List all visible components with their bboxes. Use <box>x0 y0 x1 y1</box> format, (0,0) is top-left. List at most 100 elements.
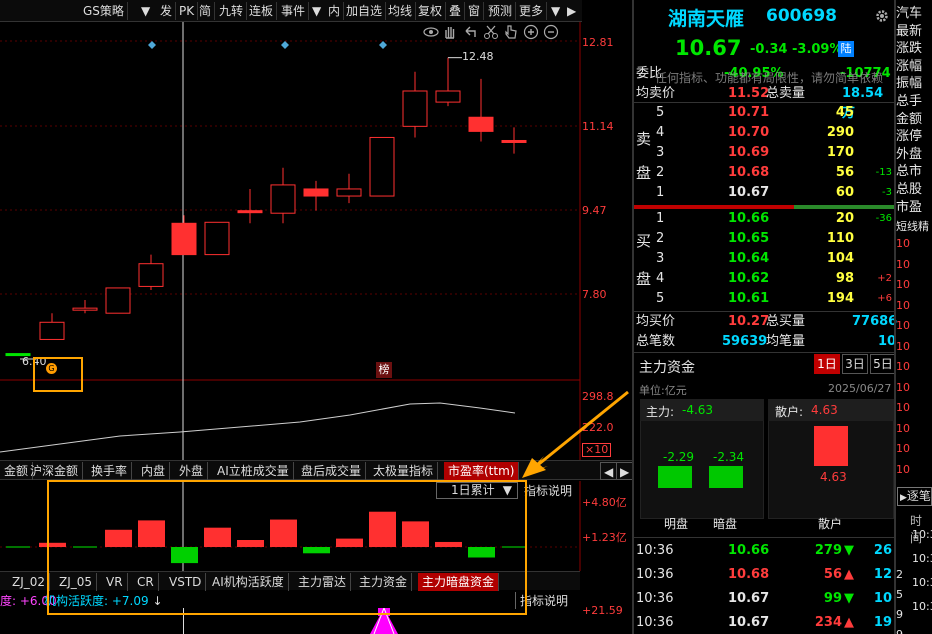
edge-field-label: 总股 <box>896 182 923 197</box>
edge-value: 10 <box>896 380 910 394</box>
tick-volume: 99 <box>823 591 842 606</box>
asks-change: -3 <box>882 187 892 198</box>
asks-price: 10.67 <box>728 185 770 200</box>
play-icon: ▶ <box>900 493 907 503</box>
fund-tab-3d[interactable]: 3日 <box>842 354 868 374</box>
tick-time: 10:36 <box>636 615 674 630</box>
ming-bar <box>658 466 692 488</box>
asks-level: 1 <box>656 185 665 200</box>
tab-ai-volume[interactable]: AI立桩成交量 <box>213 462 294 480</box>
edge-num: 9 <box>896 628 910 634</box>
candle-body <box>336 188 362 197</box>
highlight-box <box>47 480 527 615</box>
tab-taiji[interactable]: 太极量指标 <box>369 462 439 480</box>
ma-button[interactable]: 均线 <box>385 2 417 20</box>
forecast-button[interactable]: 预测 <box>485 2 517 20</box>
edge-field-label: 总市 <box>896 164 923 180</box>
tab-after-hours[interactable]: 盘后成交量 <box>297 462 367 480</box>
jiuzhuan-button[interactable]: 九转 <box>216 2 248 20</box>
gs-strategy-dropdown-icon[interactable]: ▼ <box>138 2 153 20</box>
price-axis-label: 7.80 <box>582 288 607 301</box>
asks-row[interactable]: 3 10.69 170 <box>634 143 894 163</box>
edge-num: 9 <box>896 608 903 621</box>
tick-price: 10.67 <box>728 615 770 630</box>
asks-volume: 56 <box>835 165 854 180</box>
tab-pe-ttm[interactable]: 市盈率(ttm) <box>444 462 520 480</box>
edge-value: 10 <box>896 360 910 373</box>
fund-unit: 单位:亿元 <box>639 384 687 397</box>
edge-field-label: 最新 <box>896 23 923 39</box>
fund-xlabel: 散户 <box>818 517 843 531</box>
tick-by-tick-button[interactable]: ▶逐笔 <box>897 487 932 506</box>
tick-time: 10:36 <box>636 543 674 558</box>
retail-bar <box>814 426 848 466</box>
tick-count: 10 <box>873 591 892 606</box>
ind-axis-top: +4.80亿 <box>582 496 627 509</box>
tick-row: 10:36 10.66 279 ▼ 26 <box>634 539 894 563</box>
edge-value: 10 <box>896 237 910 250</box>
window-button[interactable]: 窗 <box>465 2 485 20</box>
asks-row[interactable]: 4 10.70 290 <box>634 123 894 143</box>
divider <box>634 537 894 538</box>
candle-body <box>72 307 98 311</box>
event-dropdown-icon[interactable]: ▼ <box>309 2 324 20</box>
candle-body <box>369 136 395 197</box>
more-dropdown-icon[interactable]: ▼ <box>548 2 563 20</box>
chart-toolbar: GS策略 ▼ 发 PK 简 九转 连板 事件 ▼ 内 加自选 均线 复权 叠 窗… <box>0 0 582 22</box>
asks-row[interactable]: 5 10.71 45 <box>634 103 894 123</box>
asks-price: 10.71 <box>728 105 770 120</box>
candle-body <box>501 139 527 143</box>
bids-row[interactable]: 3 10.64 104 <box>634 249 894 269</box>
gs-strategy-select[interactable]: GS策略 <box>80 2 128 20</box>
event-button[interactable]: 事件 <box>278 2 310 20</box>
tick-price: 10.67 <box>728 591 770 606</box>
fa-button[interactable]: 发 <box>157 2 177 20</box>
tick-count: 26 <box>873 543 892 558</box>
indicator-explain-link[interactable]: 指标说明 <box>524 482 572 499</box>
bids-row[interactable]: 4 10.62 98 +2 <box>634 269 894 289</box>
expand-right-icon[interactable]: ▶ <box>564 2 579 20</box>
gear-icon[interactable] <box>874 8 890 24</box>
edge-value: 10 <box>896 421 910 435</box>
bids-level: 2 <box>656 231 665 246</box>
tab-inner[interactable]: 内盘 <box>137 462 171 480</box>
simplified-button[interactable]: 简 <box>196 2 216 20</box>
arrow-up-icon: ▲ <box>844 567 854 582</box>
highlight-box <box>33 357 83 392</box>
asks-row[interactable]: 2 10.68 56 -13 <box>634 163 894 183</box>
bids-change: +2 <box>877 273 892 284</box>
avg-sell-row: 均卖价 11.52 总卖量 18.54万 <box>636 86 884 121</box>
lianban-button[interactable]: 连板 <box>246 2 278 20</box>
edge-time: 10:3 <box>912 576 932 589</box>
tick-count: 19 <box>873 615 892 630</box>
overlay-button[interactable]: 叠 <box>446 2 466 20</box>
tab-outer[interactable]: 外盘 <box>175 462 209 480</box>
g-badge[interactable]: G <box>46 363 57 374</box>
tick-price: 10.68 <box>728 567 770 582</box>
bids-change: +6 <box>877 293 892 304</box>
tick-price: 10.66 <box>728 543 770 558</box>
adjust-button[interactable]: 复权 <box>415 2 447 20</box>
tab-zj02[interactable]: ZJ_02 <box>8 573 51 591</box>
bang-badge[interactable]: 榜 <box>376 362 392 378</box>
more-button[interactable]: 更多 <box>516 2 548 20</box>
bids-row[interactable]: 1 10.66 20 -36 <box>634 209 894 229</box>
avg-buy-row: 均买价 10.27 总买量 77686 <box>636 314 898 329</box>
fund-tab-1d[interactable]: 1日 <box>814 354 840 374</box>
bids-row[interactable]: 5 10.61 194 +6 <box>634 289 894 309</box>
inner-button[interactable]: 内 <box>325 2 345 20</box>
tick-row: 10:36 10.68 56 ▲ 12 <box>634 563 894 587</box>
edge-value: 10 <box>896 298 910 312</box>
tab-turnover[interactable]: 换手率 <box>87 462 133 480</box>
asks-volume: 45 <box>835 105 854 120</box>
asks-row[interactable]: 1 10.67 60 -3 <box>634 183 894 203</box>
arrow-down-icon: ▼ <box>844 591 854 606</box>
fund-tab-5d[interactable]: 5日 <box>870 354 896 374</box>
asks-price: 10.69 <box>728 145 770 160</box>
hk-connect-badge: 陆 <box>838 41 854 57</box>
add-watchlist-button[interactable]: 加自选 <box>343 2 387 20</box>
bids-row[interactable]: 2 10.65 110 <box>634 229 894 249</box>
pk-button[interactable]: PK <box>176 2 199 20</box>
asks-level: 5 <box>656 105 665 120</box>
tab-hs-amount[interactable]: 沪深金额 <box>26 462 84 480</box>
